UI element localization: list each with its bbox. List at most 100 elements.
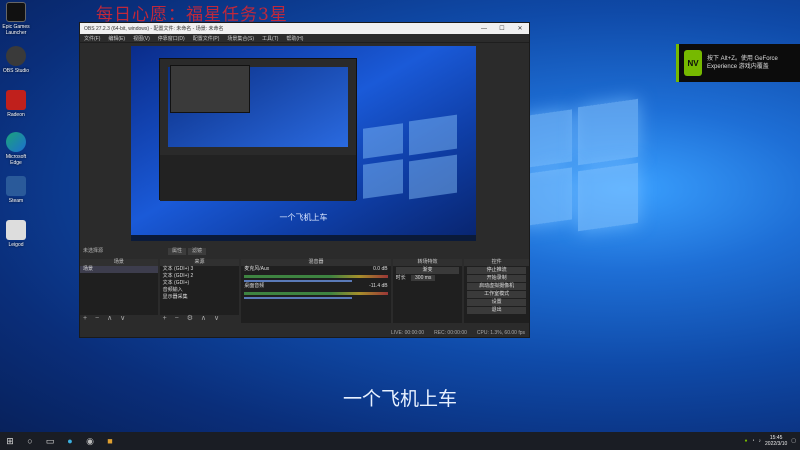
preview-logo-glow bbox=[409, 114, 457, 156]
task-view-icon[interactable]: ▭ bbox=[40, 432, 60, 450]
start-recording-button[interactable]: 开始录制 bbox=[467, 275, 526, 282]
preview-logo-glow bbox=[363, 123, 403, 159]
source-item[interactable]: 文本 (GDI+) 3 bbox=[160, 266, 240, 273]
transitions-dock: 转场特效 渐变 时长 300 ms bbox=[392, 259, 463, 323]
desktop-icon-obs[interactable]: OBS Studio bbox=[2, 46, 30, 74]
nvidia-icon: NV bbox=[684, 50, 703, 76]
rec-status: REC: 00:00:00 bbox=[434, 330, 467, 336]
sources-toolbar[interactable]: + − ⚙ ∧ ∨ bbox=[159, 315, 240, 323]
mixer-channel-name: 桌面音频 bbox=[244, 283, 265, 289]
properties-button[interactable]: 属性 bbox=[168, 248, 187, 255]
system-tray: ● ◔ ♪ 15:45 2022/3/10 ▢ bbox=[744, 435, 800, 447]
edge-icon[interactable]: ● bbox=[60, 432, 80, 450]
source-toolbar: 未选择源 属性 滤镜 bbox=[80, 247, 529, 256]
cpu-status: CPU: 1.3%, 60.00 fps bbox=[476, 330, 525, 336]
source-item[interactable]: 音频输入 bbox=[160, 287, 240, 294]
menu-view[interactable]: 视图(V) bbox=[133, 35, 150, 42]
tray-nvidia-icon[interactable]: ● bbox=[744, 438, 747, 444]
obs-docks: 场景 场景 + − ∧ ∨ 来源 文本 (GDI+) 3 文本 (GDI+) 2… bbox=[80, 259, 529, 323]
scenes-dock: 场景 场景 + − ∧ ∨ bbox=[80, 259, 158, 323]
nested-docks bbox=[160, 155, 356, 201]
toast-message: 按下 Alt+Z。使用 GeForce Experience 游戏内覆盖 bbox=[707, 56, 778, 70]
clock-date: 2022/3/10 bbox=[765, 441, 788, 447]
transitions-header: 转场特效 bbox=[392, 259, 463, 266]
mixer-header: 混音器 bbox=[241, 259, 391, 266]
no-source-label: 未选择源 bbox=[83, 248, 104, 254]
menu-scene-collection[interactable]: 场景集合(S) bbox=[227, 35, 254, 42]
desktop-icon-leigod[interactable]: Leigod bbox=[2, 220, 30, 248]
preview-taskbar bbox=[131, 235, 476, 241]
mixer-channel-level: -11.4 dB bbox=[369, 283, 388, 289]
mixer-dock: 混音器 麦克风/Aux 0.0 dB 桌面音频 -11.4 dB bbox=[241, 259, 391, 323]
desktop-icon-steam[interactable]: Steam bbox=[2, 176, 30, 204]
obs-window: OBS 27.2.3 (64-bit, windows) - 配置文件: 未命名… bbox=[79, 22, 530, 338]
desktop-icon-epic[interactable]: Epic Games Launcher bbox=[2, 2, 30, 36]
obs-statusbar: LIVE: 00:00:00 REC: 00:00:00 CPU: 1.3%, … bbox=[80, 329, 529, 337]
source-item[interactable]: 文本 (GDI+) bbox=[160, 280, 240, 287]
network-icon[interactable]: ◔ bbox=[751, 438, 754, 444]
duration-row: 时长 300 ms bbox=[393, 275, 463, 282]
settings-button[interactable]: 设置 bbox=[467, 299, 526, 306]
obs-preview[interactable]: 一个飞机上车 bbox=[131, 46, 476, 241]
audio-meter bbox=[244, 275, 388, 278]
preview-logo-glow bbox=[363, 159, 403, 199]
nested-obs-capture bbox=[159, 58, 357, 201]
app-taskbar-icon[interactable]: ■ bbox=[100, 432, 120, 450]
menu-tools[interactable]: 工具(T) bbox=[262, 35, 278, 42]
volume-icon[interactable]: ♪ bbox=[759, 438, 762, 444]
audio-meter bbox=[244, 292, 388, 295]
clock[interactable]: 15:45 2022/3/10 bbox=[765, 435, 787, 447]
desktop-icon-edge[interactable]: Microsoft Edge bbox=[2, 132, 30, 166]
start-icon[interactable]: ⊞ bbox=[0, 432, 20, 450]
epic-games-icon bbox=[6, 2, 26, 22]
close-icon[interactable]: ✕ bbox=[511, 25, 529, 32]
maximize-icon[interactable]: ☐ bbox=[493, 25, 511, 32]
obs-title: OBS 27.2.3 (64-bit, windows) - 配置文件: 未命名… bbox=[84, 26, 224, 32]
menu-file[interactable]: 文件(F) bbox=[84, 35, 100, 42]
sources-header: 来源 bbox=[159, 259, 240, 266]
duration-label: 时长 bbox=[395, 275, 406, 281]
studio-mode-button[interactable]: 工作室模式 bbox=[467, 291, 526, 298]
scenes-toolbar[interactable]: + − ∧ ∨ bbox=[80, 315, 158, 323]
desktop-windows-logo bbox=[520, 95, 640, 235]
notification-icon[interactable]: ▢ bbox=[791, 438, 796, 444]
nested-window bbox=[170, 65, 250, 113]
mixer-channel-row: 麦克风/Aux 0.0 dB bbox=[241, 266, 390, 273]
menu-edit[interactable]: 编辑(E) bbox=[108, 35, 125, 42]
steam-icon bbox=[6, 176, 26, 196]
leigod-icon bbox=[6, 220, 26, 240]
menu-profile[interactable]: 配置文件(P) bbox=[193, 35, 220, 42]
desktop-icon-radeon[interactable]: Radeon bbox=[2, 90, 30, 118]
search-icon[interactable]: ○ bbox=[20, 432, 40, 450]
filters-button[interactable]: 滤镜 bbox=[188, 248, 207, 255]
controls-header: 控件 bbox=[464, 259, 529, 266]
nvidia-toast[interactable]: NV 按下 Alt+Z。使用 GeForce Experience 游戏内覆盖 bbox=[676, 44, 800, 82]
exit-button[interactable]: 退出 bbox=[467, 307, 526, 314]
sources-dock: 来源 文本 (GDI+) 3 文本 (GDI+) 2 文本 (GDI+) 音频输… bbox=[159, 259, 240, 323]
radeon-icon bbox=[6, 90, 26, 110]
source-item[interactable]: 显示器采集 bbox=[160, 294, 240, 301]
source-item[interactable]: 文本 (GDI+) 2 bbox=[160, 273, 240, 280]
minimize-icon[interactable]: — bbox=[475, 26, 493, 32]
scenes-header: 场景 bbox=[80, 259, 158, 266]
taskbar: ⊞ ○ ▭ ● ◉ ■ ● ◔ ♪ 15:45 2022/3/10 ▢ bbox=[0, 432, 800, 450]
volume-slider[interactable] bbox=[244, 280, 352, 282]
obs-menubar: 文件(F) 编辑(E) 视图(V) 停靠窗口(D) 配置文件(P) 场景集合(S… bbox=[80, 34, 529, 43]
duration-input[interactable]: 300 ms bbox=[411, 275, 436, 281]
stop-streaming-button[interactable]: 停止推流 bbox=[467, 267, 526, 274]
obs-icon bbox=[6, 46, 26, 66]
scene-item[interactable]: 场景 bbox=[80, 266, 158, 273]
virtual-camera-button[interactable]: 启动虚拟摄像机 bbox=[467, 283, 526, 290]
live-status: LIVE: 00:00:00 bbox=[391, 330, 425, 336]
volume-slider[interactable] bbox=[244, 297, 352, 299]
overlay-subtitle: 一个飞机上车 bbox=[342, 388, 457, 410]
controls-dock: 控件 停止推流 开始录制 启动虚拟摄像机 工作室模式 设置 退出 bbox=[464, 259, 529, 323]
menu-help[interactable]: 帮助(H) bbox=[286, 35, 303, 42]
mixer-channel-row: 桌面音频 -11.4 dB bbox=[241, 283, 390, 290]
obs-titlebar[interactable]: OBS 27.2.3 (64-bit, windows) - 配置文件: 未命名… bbox=[80, 23, 529, 34]
preview-caption: 一个飞机上车 bbox=[279, 213, 328, 222]
obs-taskbar-icon[interactable]: ◉ bbox=[80, 432, 100, 450]
mixer-channel-level: 0.0 dB bbox=[373, 266, 388, 272]
transition-select[interactable]: 渐变 bbox=[395, 267, 460, 274]
menu-docks[interactable]: 停靠窗口(D) bbox=[158, 35, 185, 42]
